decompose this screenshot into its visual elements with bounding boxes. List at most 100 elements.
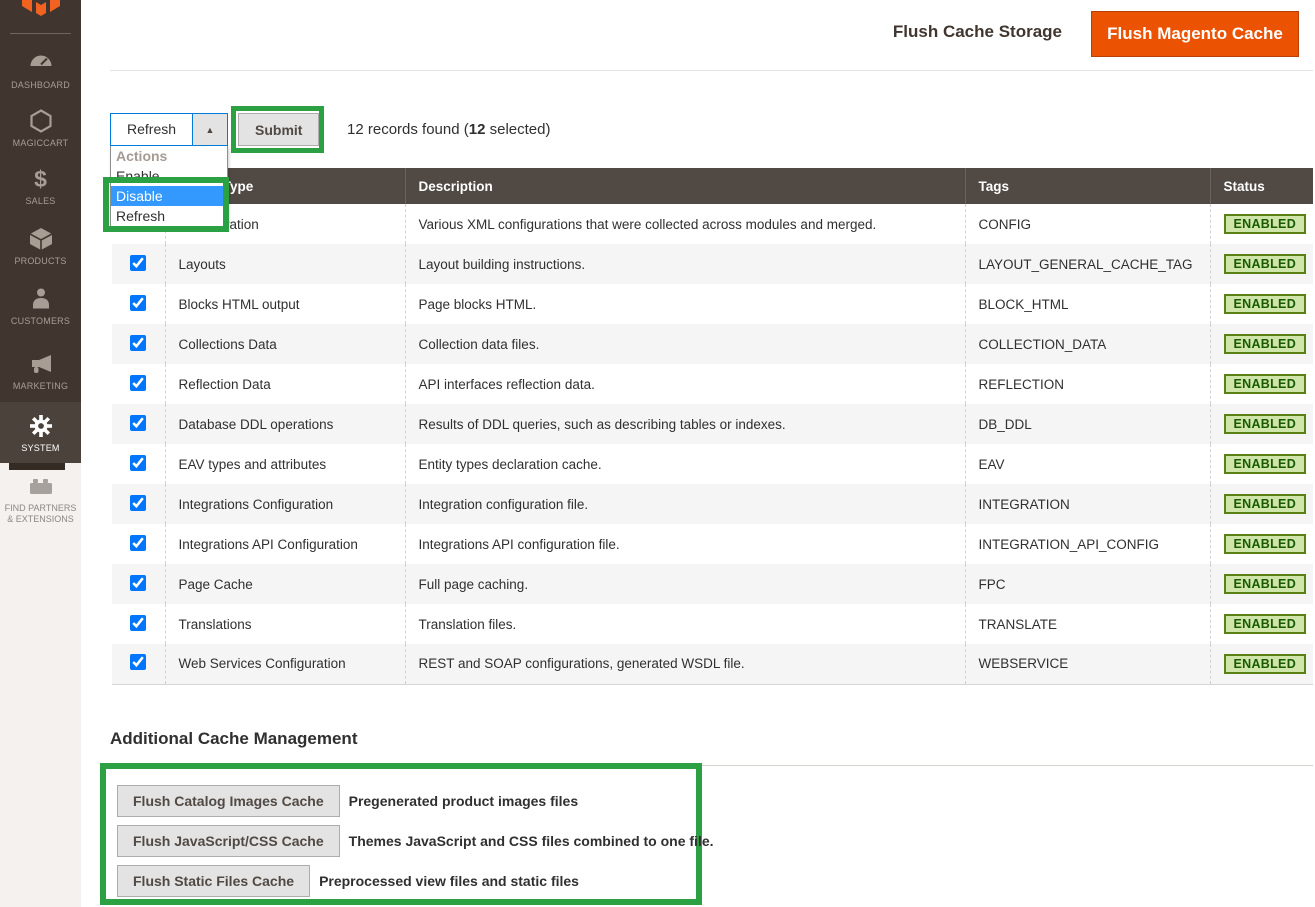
cache-type-cell: Database DDL operations — [165, 404, 405, 444]
table-row: Blocks HTML output Page blocks HTML. BLO… — [112, 284, 1313, 324]
header-divider — [110, 70, 1313, 71]
status-cell: ENABLED — [1210, 644, 1313, 684]
row-checkbox[interactable] — [130, 495, 146, 511]
description-cell: REST and SOAP configurations, generated … — [405, 644, 965, 684]
active-menu-notch — [9, 463, 65, 470]
tags-cell: CONFIG — [965, 204, 1210, 244]
status-cell: ENABLED — [1210, 324, 1313, 364]
sidebar: DASHBOARD MAGICCART $ SALES PRODUCTS CUS… — [0, 0, 81, 463]
status-badge: ENABLED — [1224, 534, 1307, 554]
cache-type-cell: Translations — [165, 604, 405, 644]
status-cell: ENABLED — [1210, 524, 1313, 564]
cache-type-cell: Collections Data — [165, 324, 405, 364]
tags-cell: REFLECTION — [965, 364, 1210, 404]
status-badge: ENABLED — [1224, 494, 1307, 514]
row-checkbox[interactable] — [130, 575, 146, 591]
sidebar-item-label: FIND PARTNERS & EXTENSIONS — [5, 503, 77, 525]
dropdown-option-disable[interactable]: Disable — [111, 186, 227, 206]
tags-cell: FPC — [965, 564, 1210, 604]
cache-table: Cache Type Description Tags Status Confi… — [112, 168, 1313, 685]
sidebar-item-sales[interactable]: $ SALES — [0, 166, 81, 206]
row-checkbox[interactable] — [130, 535, 146, 551]
sidebar-item-customers[interactable]: CUSTOMERS — [0, 286, 81, 326]
status-cell: ENABLED — [1210, 604, 1313, 644]
status-badge: ENABLED — [1224, 574, 1307, 594]
flush-catalog-images-row: Flush Catalog Images Cache Pregenerated … — [117, 785, 578, 817]
flush-cache-storage-button[interactable]: Flush Cache Storage — [893, 22, 1062, 42]
row-checkbox[interactable] — [130, 415, 146, 431]
description-cell: Entity types declaration cache. — [405, 444, 965, 484]
submit-button[interactable]: Submit — [238, 113, 319, 146]
table-row: Integrations API Configuration Integrati… — [112, 524, 1313, 564]
status-badge: ENABLED — [1224, 614, 1307, 634]
row-checkbox[interactable] — [130, 455, 146, 471]
flush-catalog-images-button[interactable]: Flush Catalog Images Cache — [117, 785, 340, 817]
tags-cell: INTEGRATION_API_CONFIG — [965, 524, 1210, 564]
column-header-status: Status — [1210, 168, 1313, 204]
table-row: Configuration Various XML configurations… — [112, 204, 1313, 244]
table-row: Translations Translation files. TRANSLAT… — [112, 604, 1313, 644]
cache-type-cell: Integrations API Configuration — [165, 524, 405, 564]
flush-javascript-css-button[interactable]: Flush JavaScript/CSS Cache — [117, 825, 340, 857]
flush-action-description: Preprocessed view files and static files — [319, 873, 579, 889]
sidebar-item-marketing[interactable]: MARKETING — [0, 351, 81, 391]
row-checkbox[interactable] — [130, 255, 146, 271]
tags-cell: WEBSERVICE — [965, 644, 1210, 684]
status-cell: ENABLED — [1210, 564, 1313, 604]
flush-magento-cache-button[interactable]: Flush Magento Cache — [1091, 11, 1299, 57]
row-checkbox[interactable] — [130, 654, 146, 670]
dropdown-option-enable[interactable]: Enable — [111, 166, 227, 186]
sidebar-item-find-partners[interactable]: FIND PARTNERS & EXTENSIONS — [0, 473, 81, 525]
description-cell: Integrations API configuration file. — [405, 524, 965, 564]
column-header-tags: Tags — [965, 168, 1210, 204]
description-cell: API interfaces reflection data. — [405, 364, 965, 404]
row-checkbox[interactable] — [130, 375, 146, 391]
tags-cell: INTEGRATION — [965, 484, 1210, 524]
row-checkbox[interactable] — [130, 615, 146, 631]
records-found-text: 12 records found (12 selected) — [347, 121, 550, 138]
flush-static-files-button[interactable]: Flush Static Files Cache — [117, 865, 310, 897]
status-badge: ENABLED — [1224, 334, 1307, 354]
tags-cell: DB_DDL — [965, 404, 1210, 444]
sidebar-item-label: MAGICCART — [13, 138, 69, 148]
box-icon — [28, 226, 54, 252]
status-badge: ENABLED — [1224, 254, 1307, 274]
cache-type-cell: Blocks HTML output — [165, 284, 405, 324]
sidebar-divider — [10, 33, 71, 34]
tags-cell: BLOCK_HTML — [965, 284, 1210, 324]
status-cell: ENABLED — [1210, 284, 1313, 324]
flush-static-files-row: Flush Static Files Cache Preprocessed vi… — [117, 865, 579, 897]
status-badge: ENABLED — [1224, 214, 1307, 234]
dashboard-gauge-icon — [28, 50, 54, 76]
actions-select[interactable]: Refresh ▲ — [110, 113, 228, 146]
tags-cell: COLLECTION_DATA — [965, 324, 1210, 364]
status-badge: ENABLED — [1224, 374, 1307, 394]
sidebar-item-label: SALES — [25, 196, 55, 206]
magento-logo-icon[interactable] — [19, 0, 63, 17]
status-cell: ENABLED — [1210, 244, 1313, 284]
chevron-up-icon[interactable]: ▲ — [192, 114, 227, 145]
status-cell: ENABLED — [1210, 404, 1313, 444]
row-checkbox[interactable] — [130, 335, 146, 351]
tags-cell: LAYOUT_GENERAL_CACHE_TAG — [965, 244, 1210, 284]
status-badge: ENABLED — [1224, 654, 1307, 674]
row-checkbox[interactable] — [130, 295, 146, 311]
status-badge: ENABLED — [1224, 414, 1307, 434]
gear-icon — [28, 413, 54, 439]
description-cell: Collection data files. — [405, 324, 965, 364]
cache-type-cell: Layouts — [165, 244, 405, 284]
table-row: Collections Data Collection data files. … — [112, 324, 1313, 364]
dropdown-option-refresh[interactable]: Refresh — [111, 206, 227, 226]
sidebar-item-dashboard[interactable]: DASHBOARD — [0, 50, 81, 90]
sidebar-item-products[interactable]: PRODUCTS — [0, 226, 81, 266]
table-row: EAV types and attributes Entity types de… — [112, 444, 1313, 484]
sidebar-item-system[interactable]: SYSTEM — [0, 402, 81, 463]
sidebar-item-magiccart[interactable]: MAGICCART — [0, 108, 81, 148]
table-header-row: Cache Type Description Tags Status — [112, 168, 1313, 204]
table-row: Integrations Configuration Integration c… — [112, 484, 1313, 524]
person-icon — [28, 286, 54, 312]
sidebar-footer: FIND PARTNERS & EXTENSIONS — [0, 463, 81, 907]
description-cell: Full page caching. — [405, 564, 965, 604]
description-cell: Integration configuration file. — [405, 484, 965, 524]
sidebar-item-label: DASHBOARD — [11, 80, 70, 90]
